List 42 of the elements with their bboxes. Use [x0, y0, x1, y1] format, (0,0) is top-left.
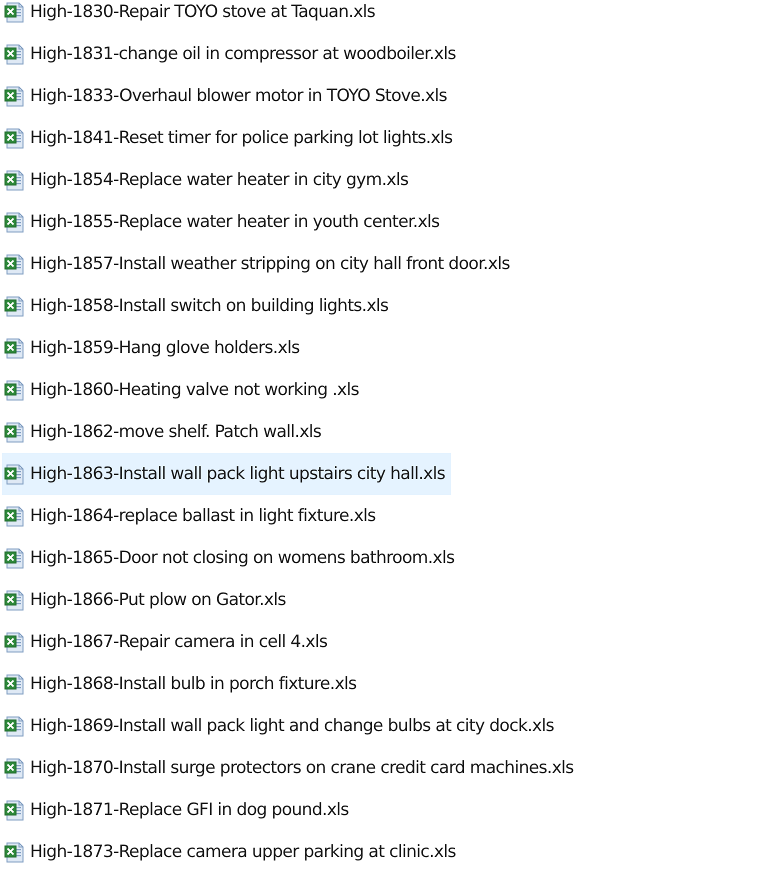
- spreadsheet-file-icon: [4, 716, 25, 736]
- spreadsheet-file-icon: [4, 632, 25, 652]
- file-item[interactable]: High-1869-Install wall pack light and change bulbs at city dock.xls: [2, 705, 560, 747]
- file-item[interactable]: High-1858-Install switch on building lights.xls: [2, 285, 394, 327]
- spreadsheet-file-icon: [4, 380, 25, 400]
- spreadsheet-file-icon: [4, 422, 25, 442]
- file-item[interactable]: High-1867-Repair camera in cell 4.xls: [2, 621, 334, 663]
- spreadsheet-file-icon: [4, 464, 25, 484]
- file-item[interactable]: High-1831-change oil in compressor at woodboiler.xls: [2, 33, 462, 75]
- spreadsheet-file-icon: [4, 842, 25, 862]
- file-item[interactable]: High-1865-Door not closing on womens bathroom.xls: [2, 537, 460, 579]
- spreadsheet-file-icon: [4, 296, 25, 316]
- spreadsheet-file-icon: [4, 548, 25, 568]
- file-item[interactable]: High-1864-replace ballast in light fixture.xls: [2, 495, 382, 537]
- spreadsheet-file-icon: [4, 590, 25, 610]
- spreadsheet-file-icon: [4, 800, 25, 820]
- spreadsheet-file-icon: [4, 170, 25, 190]
- file-item[interactable]: High-1857-Install weather stripping on city hall front door.xls: [2, 243, 516, 285]
- spreadsheet-file-icon: [4, 86, 25, 106]
- spreadsheet-file-icon: [4, 212, 25, 232]
- file-item[interactable]: High-1860-Heating valve not working .xls: [2, 369, 365, 411]
- file-item[interactable]: High-1868-Install bulb in porch fixture.xls: [2, 663, 362, 705]
- file-item[interactable]: High-1870-Install surge protectors on crane credit card machines.xls: [2, 747, 580, 789]
- file-item[interactable]: High-1863-Install wall pack light upstairs city hall.xls: [2, 453, 451, 495]
- spreadsheet-file-icon: [4, 506, 25, 526]
- file-item[interactable]: High-1866-Put plow on Gator.xls: [2, 579, 292, 621]
- file-item[interactable]: High-1830-Repair TOYO stove at Taquan.xls: [2, 0, 382, 33]
- spreadsheet-file-icon: [4, 674, 25, 694]
- file-item[interactable]: High-1871-Replace GFI in dog pound.xls: [2, 789, 355, 831]
- file-item[interactable]: High-1841-Reset timer for police parking lot lights.xls: [2, 117, 458, 159]
- file-item[interactable]: High-1854-Replace water heater in city gym.xls: [2, 159, 414, 201]
- file-item[interactable]: High-1862-move shelf. Patch wall.xls: [2, 411, 328, 453]
- spreadsheet-file-icon: [4, 128, 25, 148]
- spreadsheet-file-icon: [4, 254, 25, 274]
- file-item[interactable]: High-1859-Hang glove holders.xls: [2, 327, 306, 369]
- spreadsheet-file-icon: [4, 338, 25, 358]
- file-item[interactable]: High-1873-Replace camera upper parking at clinic.xls: [2, 831, 462, 873]
- file-item[interactable]: High-1833-Overhaul blower motor in TOYO Stove.xls: [2, 75, 453, 117]
- spreadsheet-file-icon: [4, 2, 25, 22]
- spreadsheet-file-icon: [4, 758, 25, 778]
- file-item[interactable]: High-1855-Replace water heater in youth center.xls: [2, 201, 446, 243]
- spreadsheet-file-icon: [4, 44, 25, 64]
